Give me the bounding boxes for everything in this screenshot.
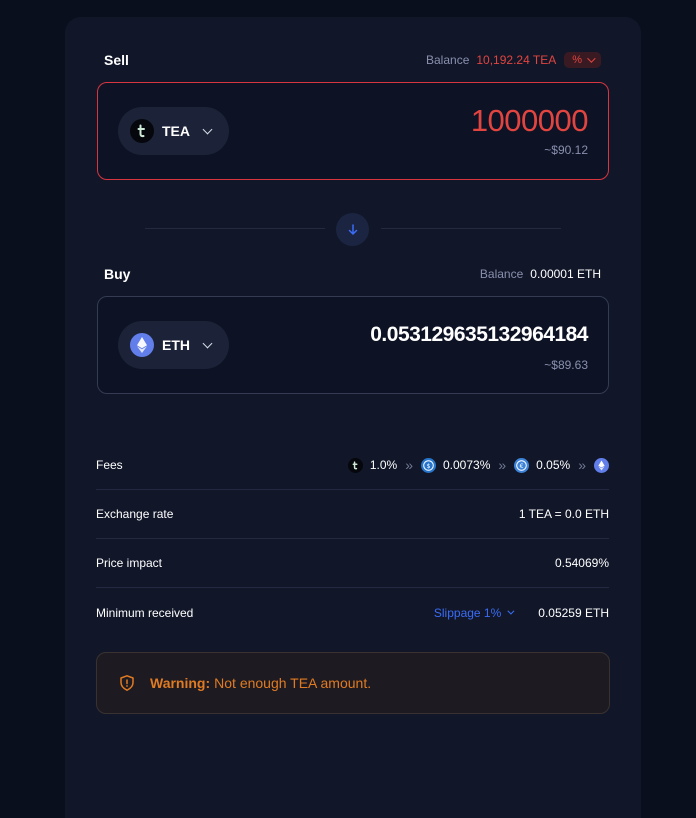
sell-usd-value: ~$90.12 (544, 143, 588, 157)
tea-icon (347, 457, 363, 473)
buy-balance-value: 0.00001 ETH (530, 267, 601, 281)
swap-panel: Sell Balance 10,192.24 TEA % TEA 1000000… (65, 17, 641, 818)
swap-direction-button[interactable] (336, 213, 369, 246)
buy-token-selector[interactable]: ETH (118, 321, 229, 369)
usdc-icon: $ (421, 457, 436, 473)
chevron-down-icon (587, 54, 596, 63)
buy-balance-label: Balance (479, 267, 524, 281)
percent-label: % (572, 54, 582, 66)
sell-token-name: TEA (162, 123, 190, 139)
slippage-label: Slippage 1% (433, 605, 502, 620)
sell-amount-input[interactable]: 1000000 (471, 103, 589, 139)
fee-hop-2: 0.0073% (443, 458, 491, 472)
svg-text:$: $ (427, 463, 431, 470)
sell-title: Sell (104, 52, 129, 68)
fees-row: Fees 1.0% » $ 0.0073% » € 0.05% » (96, 441, 609, 490)
sell-header: Sell Balance 10,192.24 TEA % (97, 50, 609, 70)
exchange-rate-label: Exchange rate (96, 507, 174, 521)
warning-banner: Warning: Not enough TEA amount. (96, 652, 610, 714)
sell-balance: Balance 10,192.24 TEA % (426, 52, 601, 68)
sell-input-box: TEA 1000000 ~$90.12 (97, 82, 609, 180)
sell-token-selector[interactable]: TEA (118, 107, 229, 155)
shield-alert-icon (120, 675, 134, 691)
fee-hop-1: 1.0% (369, 458, 398, 472)
buy-header: Buy Balance 0.00001 ETH (97, 264, 609, 284)
sell-balance-value: 10,192.24 TEA (476, 53, 557, 67)
chevron-down-icon (507, 607, 515, 615)
arrow-down-icon (348, 223, 357, 235)
tea-icon (130, 119, 154, 143)
chevron-down-icon (202, 124, 213, 134)
warning-label: Warning: (150, 675, 211, 691)
sell-balance-label: Balance (426, 53, 470, 67)
eth-icon (594, 457, 609, 473)
minimum-received-value: 0.05259 ETH (538, 605, 609, 620)
fee-route: 1.0% » $ 0.0073% » € 0.05% » (347, 457, 609, 473)
price-impact-value: 0.54069% (554, 556, 609, 570)
separator: » (405, 457, 413, 473)
buy-output-box: ETH 0.053129635132964184 ~$89.63 (97, 296, 609, 394)
exchange-rate-value: 1 TEA = 0.0 ETH (518, 507, 609, 521)
slippage-dropdown[interactable]: Slippage 1% (433, 605, 515, 620)
sell-amount-area[interactable]: 1000000 ~$90.12 (471, 103, 589, 157)
eurc-icon: € (514, 457, 530, 473)
buy-amount-area: 0.053129635132964184 ~$89.63 (370, 323, 588, 372)
separator: » (498, 457, 507, 473)
minimum-received-label: Minimum received (96, 605, 194, 620)
minimum-received-row: Minimum received Slippage 1% 0.05259 ETH (96, 588, 609, 637)
buy-title: Buy (104, 266, 131, 282)
fee-hop-3: 0.05% (536, 458, 571, 472)
divider-right (381, 228, 561, 229)
buy-balance: Balance 0.00001 ETH (480, 267, 601, 281)
divider-left (145, 228, 325, 229)
exchange-rate-row: Exchange rate 1 TEA = 0.0 ETH (96, 490, 609, 539)
svg-text:€: € (520, 463, 524, 470)
warning-message: Not enough TEA amount. (214, 675, 372, 691)
chevron-down-icon (202, 338, 213, 348)
price-impact-label: Price impact (96, 556, 163, 570)
price-impact-row: Price impact 0.54069% (96, 539, 609, 588)
percent-dropdown[interactable]: % (564, 52, 601, 68)
buy-usd-value: ~$89.63 (544, 358, 588, 372)
fees-label: Fees (96, 458, 123, 472)
separator: » (578, 457, 586, 473)
buy-token-name: ETH (162, 337, 190, 353)
buy-amount-output: 0.053129635132964184 (370, 323, 588, 346)
eth-icon (130, 333, 154, 357)
